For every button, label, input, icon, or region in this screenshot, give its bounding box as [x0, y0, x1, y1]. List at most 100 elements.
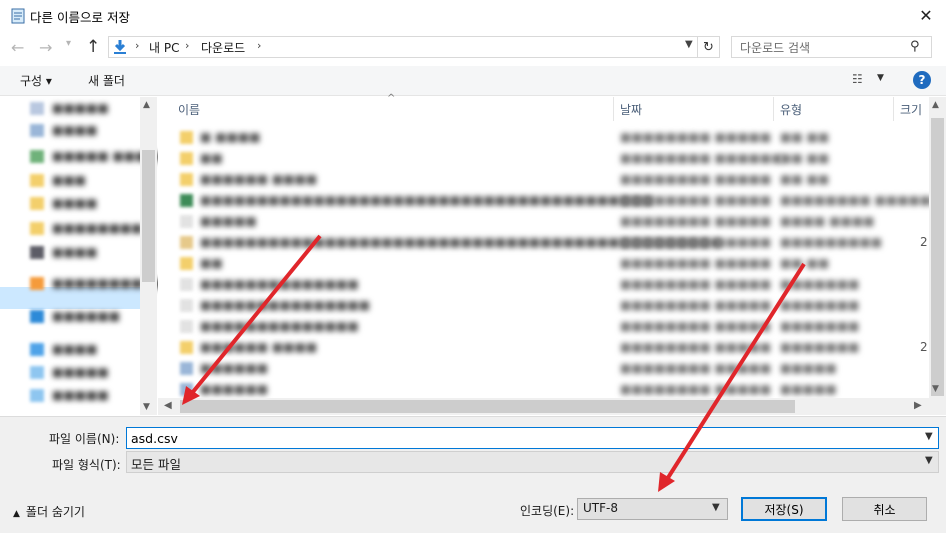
file-row[interactable]: ■■■■■■ ■■■■ ■■■■■■■■ ■■■■■ ■■■■■■■ 2: [178, 337, 928, 358]
filetype-label: 파일 형식(T):: [52, 458, 121, 472]
file-icon: [180, 152, 193, 165]
breadcrumb-this-pc[interactable]: 내 PC: [149, 39, 179, 56]
file-row[interactable]: ■■■■■■■■■■■■■■ ■■■■■■■■ ■■■■■ ■■■■■■■: [178, 274, 928, 295]
file-row[interactable]: ■■■■■■ ■■■■■■■■ ■■■■■ ■■■■■: [178, 379, 928, 400]
encoding-select[interactable]: UTF-8: [577, 498, 728, 520]
column-divider[interactable]: [613, 97, 614, 121]
file-icon: [180, 278, 193, 291]
file-type: ■■ ■■: [780, 172, 830, 186]
scroll-down-icon[interactable]: ▼: [932, 384, 939, 394]
file-row[interactable]: ■■■■■■ ■■■■■■■■ ■■■■■ ■■■■■: [178, 358, 928, 379]
file-date: ■■■■■■■■ ■■■■■: [620, 277, 772, 291]
file-row[interactable]: ■■■■■■■■■■■■■■■ ■■■■■■■■ ■■■■■ ■■■■■■■: [178, 295, 928, 316]
filename-field[interactable]: [126, 427, 939, 449]
column-header-type[interactable]: 유형: [780, 97, 802, 121]
horizontal-scrollbar-thumb[interactable]: [180, 400, 795, 413]
breadcrumb-downloads[interactable]: 다운로드: [201, 39, 245, 56]
file-row[interactable]: ■■■■■■ ■■■■ ■■■■■■■■ ■■■■■ ■■ ■■: [178, 169, 928, 190]
encoding-value: UTF-8: [583, 501, 618, 515]
filetype-value: 모든 파일: [131, 457, 181, 472]
downloads-folder-icon: [114, 40, 126, 54]
vertical-scrollbar-thumb[interactable]: [931, 118, 944, 396]
sidebar-item-label: ■■■■■: [52, 388, 109, 402]
sidebar-item-label: ■■■■■■■■: [52, 221, 143, 235]
help-icon[interactable]: ?: [913, 71, 931, 89]
file-row[interactable]: ■■■■■■■■■■■■■■■■■■■■■■■■■■■■■■■■■■■■■■■■…: [178, 232, 928, 253]
forward-arrow-icon[interactable]: →: [39, 38, 59, 58]
chevron-down-icon[interactable]: ▼: [685, 39, 693, 50]
toolbar: 구성 ▾ 새 폴더 ☷ ▼ ?: [0, 66, 946, 96]
organize-button[interactable]: 구성 ▾: [20, 72, 52, 89]
search-input[interactable]: 다운로드 검색 ⚲: [731, 36, 932, 58]
nav-item-icon: [30, 221, 44, 235]
file-row[interactable]: ■■■■■■■■■■■■■■ ■■■■■■■■ ■■■■■ ■■■■■■■: [178, 316, 928, 337]
file-icon: [180, 173, 193, 186]
up-arrow-icon[interactable]: ↑: [86, 37, 104, 57]
file-row[interactable]: ■ ■■■■ ■■■■■■■■ ■■■■■ ■■ ■■: [178, 127, 928, 148]
sidebar-item[interactable]: ■■■: [30, 170, 86, 190]
column-header-size[interactable]: 크기: [900, 97, 922, 121]
chevron-down-icon[interactable]: ▼: [877, 73, 884, 83]
nav-scrollbar-thumb[interactable]: [142, 150, 155, 282]
file-row[interactable]: ■■■■■ ■■■■■■■■ ■■■■■ ■■■■ ■■■■: [178, 211, 928, 232]
sidebar-item-label: ■■■: [52, 173, 87, 187]
close-icon: ✕: [919, 6, 933, 25]
close-button[interactable]: ✕: [906, 0, 946, 31]
scroll-left-icon[interactable]: ◀: [164, 400, 172, 411]
address-bar[interactable]: › 내 PC › 다운로드 › ▼: [108, 36, 698, 58]
new-folder-button[interactable]: 새 폴더: [88, 72, 125, 89]
breadcrumb-separator[interactable]: ›: [185, 39, 189, 52]
cancel-button[interactable]: 취소: [842, 497, 927, 521]
sidebar-item[interactable]: ■■■■: [30, 120, 97, 140]
file-name: ■■■■■■: [200, 361, 269, 375]
scroll-up-icon[interactable]: ▲: [932, 100, 939, 110]
refresh-icon[interactable]: ↻: [698, 36, 720, 58]
scroll-right-icon[interactable]: ▶: [914, 400, 922, 411]
back-arrow-icon[interactable]: ←: [11, 38, 31, 58]
sidebar-item[interactable]: ■■■■■: [30, 98, 109, 118]
nav-item-icon: [30, 365, 44, 379]
sidebar-item-label: ■■■■■: [52, 101, 109, 115]
file-name: ■■■■■■ ■■■■: [200, 340, 318, 354]
chevron-down-icon[interactable]: ▼: [925, 431, 933, 442]
hide-folders-button[interactable]: ▲ 폴더 숨기기: [13, 503, 85, 520]
file-date: ■■■■■■■■ ■■■■■: [620, 193, 772, 207]
sidebar-item[interactable]: ■■■■: [30, 339, 97, 359]
file-type: ■■■■■■■: [780, 298, 860, 312]
sidebar-item[interactable]: ■■■■■: [30, 362, 109, 382]
recent-locations-chevron-icon[interactable]: ▾: [66, 38, 80, 58]
sidebar-item[interactable]: ■■■■: [30, 193, 97, 213]
file-type: ■■ ■■: [780, 151, 830, 165]
sidebar-item-label: ■■■■■■: [52, 309, 121, 323]
sidebar-item-label: ■■■■: [52, 196, 98, 210]
chevron-down-icon[interactable]: ▼: [925, 455, 933, 466]
scroll-down-icon[interactable]: ▼: [143, 402, 150, 412]
scroll-up-icon[interactable]: ▲: [143, 100, 150, 110]
column-divider[interactable]: [893, 97, 894, 121]
sidebar-item[interactable]: ■■■■: [30, 242, 97, 262]
save-button[interactable]: 저장(S): [741, 497, 827, 521]
filename-label: 파일 이름(N):: [49, 432, 120, 446]
view-options-icon[interactable]: ☷: [852, 72, 863, 86]
column-header-name[interactable]: 이름: [178, 97, 200, 121]
sidebar-item[interactable]: ■■■■■■: [30, 306, 120, 326]
sidebar-item[interactable]: ■■■■■■■■: [30, 218, 143, 238]
file-icon: [180, 257, 193, 270]
file-row[interactable]: ■■ ■■■■■■■■ ■■■■■ ■■ ■■: [178, 253, 928, 274]
filetype-select[interactable]: 모든 파일: [126, 451, 939, 473]
sidebar-item-label: ■■■■: [52, 245, 98, 259]
file-type: ■■■■■■■■ ■■■■■■■: [780, 193, 946, 207]
column-divider[interactable]: [773, 97, 774, 121]
file-row[interactable]: ■■■■■■■■■■■■■■■■■■■■■■■■■■■■■■■■■■■■■■■■…: [178, 190, 946, 211]
file-icon: [180, 341, 193, 354]
breadcrumb-separator[interactable]: ›: [135, 39, 139, 52]
file-row[interactable]: ■■ ■■■■■■■■ ■■■■■■ ■■ ■■: [178, 148, 928, 169]
chevron-down-icon[interactable]: ▼: [712, 502, 720, 513]
column-header-date[interactable]: 날짜: [620, 97, 642, 121]
file-date: ■■■■■■■■ ■■■■■: [620, 214, 772, 228]
file-type: ■■■■■■■: [780, 277, 860, 291]
sidebar-item[interactable]: ■■■■■: [30, 385, 109, 405]
file-date: ■■■■■■■■ ■■■■■: [620, 382, 772, 396]
breadcrumb-separator[interactable]: ›: [257, 39, 261, 52]
nav-item-icon: [30, 342, 44, 356]
